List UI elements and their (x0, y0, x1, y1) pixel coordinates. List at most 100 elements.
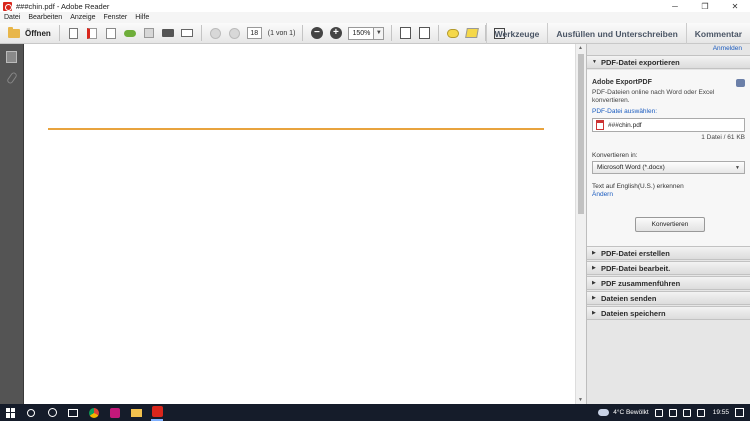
page-count: (1 von 1) (267, 29, 296, 37)
cortana-icon (47, 408, 57, 417)
file-explorer-icon (130, 408, 142, 417)
menu-anzeige[interactable]: Anzeige (70, 14, 95, 21)
taskbar-search-button[interactable] (25, 407, 37, 419)
section-send-files[interactable]: ▶ Dateien senden (587, 291, 750, 305)
menu-datei[interactable]: Datei (4, 14, 20, 21)
clock[interactable]: 19:55 (713, 409, 729, 416)
restore-button[interactable]: ❐ (690, 0, 720, 12)
section-store-files[interactable]: ▶ Dateien speichern (587, 306, 750, 320)
previous-page-button[interactable] (208, 26, 222, 40)
menu-fenster[interactable]: Fenster (104, 14, 128, 21)
taskbar-cortana-button[interactable] (46, 407, 58, 419)
highlighter-icon (465, 28, 479, 38)
fill-sign-link[interactable]: Ausfüllen und Unterschreiben (547, 23, 685, 44)
file-count: 1 Datei / 61 KB (701, 134, 745, 141)
convert-button[interactable]: Konvertieren (635, 217, 705, 232)
open-button-label: Öffnen (25, 28, 51, 38)
edit-document-icon (106, 27, 117, 39)
add-comment-button[interactable] (446, 26, 460, 40)
export-description: PDF-Dateien online nach Word oder Excel … (592, 89, 715, 104)
zoom-in-button[interactable]: + (329, 26, 343, 40)
tools-link[interactable]: Werkzeuge (485, 23, 548, 44)
app-icon (110, 407, 120, 418)
taskbar-chrome-button[interactable] (88, 407, 100, 419)
menu-bearbeiten[interactable]: Bearbeiten (28, 14, 62, 21)
taskbar-explorer-button[interactable] (130, 407, 142, 419)
scroll-up-icon[interactable]: ▲ (578, 45, 583, 51)
export-pdf-button[interactable] (85, 26, 99, 40)
acrobat-app-icon (3, 1, 12, 11)
main-toolbar: Öffnen 18 (1 von 1) − + 150% ▼ Werkzeuge… (0, 23, 750, 44)
next-page-button[interactable] (227, 26, 241, 40)
export-service-icon (736, 79, 745, 87)
toolbar-divider (200, 25, 202, 41)
page-thumbnails-icon[interactable] (6, 51, 17, 63)
section-title: PDF-Datei bearbeit. (601, 263, 671, 273)
convert-to-label: Konvertieren in: (592, 152, 638, 159)
taskbar-task-view-button[interactable] (67, 407, 79, 419)
section-title: PDF-Datei erstellen (601, 248, 670, 258)
zoom-select[interactable]: 150% ▼ (348, 26, 385, 40)
email-button[interactable] (180, 26, 194, 40)
network-icon[interactable] (668, 408, 677, 417)
scroll-down-icon[interactable]: ▼ (578, 397, 583, 403)
toolbar-divider (58, 25, 60, 41)
sign-in-link[interactable]: Anmelden (713, 45, 742, 52)
window-title: ###chin.pdf - Adobe Reader (16, 1, 110, 11)
ocr-language-text: Text auf English(U.S.) erkennen (592, 183, 684, 190)
save-button[interactable] (142, 26, 156, 40)
keyboard-icon[interactable] (696, 408, 705, 417)
windows-start-icon[interactable] (6, 407, 16, 418)
change-language-link[interactable]: Ändern (592, 191, 613, 198)
triangle-down-icon: ▼ (592, 59, 597, 65)
minimize-button[interactable]: ─ (660, 0, 690, 12)
edit-pdf-button[interactable] (104, 26, 118, 40)
notifications-icon[interactable] (735, 408, 744, 417)
tray-chevron-icon[interactable] (654, 408, 663, 417)
menu-hilfe[interactable]: Hilfe (135, 14, 149, 21)
weather-text[interactable]: 4°C Bewölkt (613, 409, 648, 416)
open-button[interactable]: Öffnen (4, 25, 55, 41)
section-edit-pdf[interactable]: ▶ PDF-Datei bearbeit. (587, 261, 750, 275)
file-name: ###chin.pdf (608, 121, 642, 129)
volume-icon[interactable] (682, 408, 691, 417)
triangle-right-icon: ▶ (592, 280, 596, 286)
taskbar-app-button[interactable] (109, 407, 121, 419)
taskbar-acrobat-button[interactable] (151, 404, 163, 421)
section-create-pdf[interactable]: ▶ PDF-Datei erstellen (587, 246, 750, 260)
export-heading: Adobe ExportPDF (592, 79, 652, 86)
close-button[interactable]: ✕ (720, 0, 750, 12)
document-scrollbar[interactable]: ▲ ▼ (575, 44, 585, 404)
section-combine-pdf[interactable]: ▶ PDF zusammenführen (587, 276, 750, 290)
convert-format-value: Microsoft Word (*.docx) (597, 164, 665, 171)
fit-page-button[interactable] (399, 26, 413, 40)
comment-link[interactable]: Kommentar (685, 23, 750, 44)
selected-file-field[interactable]: ###chin.pdf (592, 118, 745, 132)
document-page[interactable] (24, 44, 575, 404)
chrome-icon (89, 407, 99, 418)
triangle-right-icon: ▶ (592, 250, 596, 256)
cloud-upload-button[interactable] (123, 26, 137, 40)
chevron-down-icon[interactable]: ▼ (374, 26, 385, 40)
print-button[interactable] (161, 26, 175, 40)
select-file-link[interactable]: PDF-Datei auswählen: (592, 108, 657, 115)
mail-icon (181, 29, 194, 37)
create-pdf-button[interactable] (66, 26, 80, 40)
scrollbar-thumb[interactable] (578, 54, 584, 214)
plus-icon: + (329, 27, 342, 39)
create-pdf-icon (68, 27, 78, 39)
weather-cloud-icon[interactable] (598, 409, 610, 416)
fit-width-button[interactable] (418, 26, 432, 40)
section-export-pdf[interactable]: ▼ PDF-Datei exportieren (587, 55, 750, 69)
page-number-input[interactable]: 18 (246, 27, 262, 39)
zoom-value[interactable]: 150% (348, 26, 375, 40)
convert-format-dropdown[interactable]: Microsoft Word (*.docx) ▼ (592, 161, 745, 174)
minus-icon: − (310, 27, 323, 39)
attachments-paperclip-icon[interactable] (6, 71, 18, 85)
zoom-out-button[interactable]: − (310, 26, 324, 40)
highlight-button[interactable] (465, 26, 479, 40)
section-title: PDF zusammenführen (601, 278, 681, 288)
triangle-right-icon: ▶ (592, 310, 596, 316)
toolbar-divider (391, 25, 393, 41)
arrow-up-icon (209, 27, 221, 39)
